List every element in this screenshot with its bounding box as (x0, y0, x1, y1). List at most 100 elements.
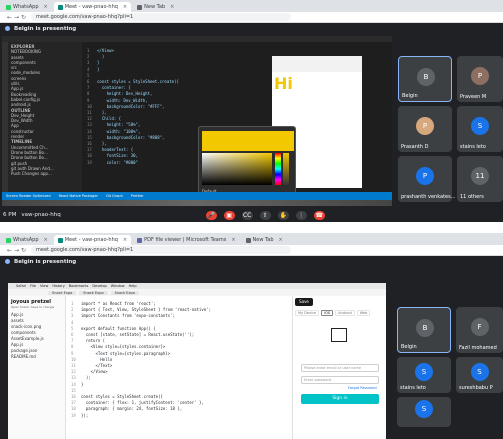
color-swatch[interactable] (202, 131, 294, 151)
tab-title: New Tab (252, 237, 274, 243)
participant-tile[interactable]: 11 11 others (457, 156, 503, 202)
code-text: </View> (97, 48, 114, 53)
status-item[interactable]: Screen Reader Optimized (6, 194, 51, 198)
browser-tab[interactable]: New Tab × (242, 235, 287, 245)
participant-tile[interactable]: P Praveen M (457, 56, 503, 102)
email-field[interactable]: Please enter email or user name (301, 364, 379, 372)
close-icon[interactable]: × (123, 235, 127, 245)
participant-name: stains leto (400, 385, 426, 391)
code-text: import * as React from 'react'; (81, 301, 156, 306)
project-file[interactable]: README.md (11, 354, 62, 360)
safari-tab[interactable]: Snack Expo (48, 290, 77, 295)
shared-screen-vscode: EXPLORER NOTEBOOKING assets components src no… (2, 36, 392, 206)
password-field[interactable]: Enter password (301, 376, 379, 384)
save-button[interactable]: Save (295, 298, 313, 306)
browser-tab-strip: WhatsApp × Meet - vaw-pnao-hhq × New Tab × (0, 0, 503, 12)
browser-tab[interactable]: Meet - vaw-pnao-hhq × (53, 235, 132, 245)
hue-slider[interactable] (275, 153, 281, 185)
browser-tab[interactable]: WhatsApp × (2, 2, 52, 12)
participant-name: Fazil mohamed (459, 345, 497, 351)
alpha-slider[interactable] (283, 153, 289, 185)
participant-tile[interactable]: Sstains leto (397, 357, 451, 393)
end-call-icon[interactable]: ☎ (313, 210, 325, 220)
captions-icon[interactable]: CC (241, 210, 253, 220)
close-icon[interactable]: × (231, 235, 235, 245)
participant-tile[interactable]: Ssureshbabu P (456, 357, 503, 393)
avatar: P (471, 67, 489, 85)
close-icon[interactable]: × (44, 235, 48, 245)
mac-menu-item[interactable]: Bookmarks (69, 284, 89, 288)
signin-button[interactable]: Sign in (301, 394, 379, 404)
device-tab[interactable]: Web (356, 310, 371, 316)
browser-tab[interactable]: Meet - vaw-pnao-hhq × (53, 2, 132, 12)
forward-icon[interactable]: → (13, 247, 20, 254)
status-item[interactable]: React Native Packager (59, 194, 98, 198)
code-text: } (81, 381, 84, 387)
forward-icon[interactable]: → (13, 14, 20, 21)
close-icon[interactable]: × (44, 2, 48, 12)
raise-hand-icon[interactable]: ✋ (277, 210, 289, 220)
participant-tile[interactable]: S (397, 397, 451, 427)
mic-off-icon[interactable]: 🎤 (205, 210, 217, 220)
url-input[interactable]: meet.google.com/vaw-pnao-hhq?pli=1 (31, 13, 291, 21)
line-number: 19 (87, 159, 92, 165)
device-tab[interactable]: Android (335, 310, 355, 316)
code-text: color: "#000" (97, 159, 138, 165)
participant-tile[interactable]: F Fazil mohamed (456, 307, 503, 353)
tab-favicon-icon (245, 237, 251, 243)
browser-tab[interactable]: New Tab × (133, 2, 178, 12)
participant-tile[interactable]: Sstains leto (457, 106, 503, 152)
address-bar: ← → ↻ meet.google.com/vaw-pnao-hhq?pli=1 (0, 12, 503, 23)
code-text: import { Text, View, StyleSheet } from '… (81, 307, 212, 313)
more-options-icon[interactable]: ⋮ (295, 210, 307, 220)
avatar: B (416, 319, 434, 337)
preview-body: Hi (272, 72, 362, 130)
mac-menu-item[interactable]: Window (111, 284, 125, 288)
meeting-control-bar: 6 PM vaw-pnao-hhq 🎤 ▣ CC ⇧ ✋ ⋮ ☎ (0, 208, 503, 222)
participant-tile[interactable]: Pprashanth venkates... (398, 156, 456, 202)
reload-icon[interactable]: ↻ (20, 247, 27, 254)
code-text: <Text style={styles.paragraph}> (81, 350, 171, 356)
forgot-password-link[interactable]: Forgot Password (348, 386, 377, 390)
close-icon[interactable]: × (279, 235, 283, 245)
participant-tile[interactable]: B Belgin (398, 56, 452, 102)
mac-menu-item[interactable]: Help (129, 284, 137, 288)
preview-hi-text: Hi (274, 74, 293, 93)
mac-menu-item[interactable]: History (52, 284, 64, 288)
code-text: } (97, 66, 100, 72)
timeline-item[interactable]: Push Changes app... (11, 171, 79, 176)
code-text: }, (97, 141, 107, 147)
camera-off-icon[interactable]: ▣ (223, 210, 235, 220)
device-tab[interactable]: iOS (321, 310, 334, 316)
back-icon[interactable]: ← (6, 247, 13, 254)
url-input[interactable]: meet.google.com/vaw-pnao-hhq?pli=1 (31, 246, 291, 254)
browser-tab[interactable]: WhatsApp × (2, 235, 52, 245)
safari-tab[interactable]: Snack Expo (79, 290, 108, 295)
tab-title: Meet - vaw-pnao-hhq (64, 4, 118, 10)
participant-name: sureshbabu P (459, 385, 493, 391)
tab-title: Meet - vaw-pnao-hhq (64, 237, 118, 243)
close-icon[interactable]: × (123, 2, 127, 12)
present-icon[interactable]: ⇧ (259, 210, 271, 220)
participant-tile[interactable]: P Prasanth D (398, 106, 452, 152)
status-item[interactable]: Prettier (131, 194, 144, 198)
safari-tab[interactable]: Snack Expo (110, 290, 139, 295)
browser-tab-strip: WhatsApp × Meet - vaw-pnao-hhq × PDF file vi… (0, 233, 503, 245)
browser-tab[interactable]: PDF file viewer | Microsoft Teams × (133, 235, 239, 245)
avatar: P (416, 117, 434, 135)
reload-icon[interactable]: ↻ (20, 14, 27, 21)
avatar: 11 (471, 167, 489, 185)
mac-menu-item[interactable]: View (40, 284, 48, 288)
back-icon[interactable]: ← (6, 14, 13, 21)
participant-name: 11 others (460, 194, 484, 200)
close-icon[interactable]: × (170, 2, 174, 12)
participant-tile[interactable]: B Belgin (397, 307, 451, 353)
mac-menu-item[interactable]: File (30, 284, 36, 288)
device-tab[interactable]: My Device (295, 310, 320, 316)
tab-title: PDF file viewer | Microsoft Teams (144, 237, 227, 243)
status-item[interactable]: Git Graph (106, 194, 123, 198)
mac-menu-item[interactable]: Safari (16, 284, 26, 288)
saturation-field[interactable] (202, 153, 272, 185)
mac-menu-item[interactable]: Develop (92, 284, 106, 288)
code-text: import Constants from 'expo-constants'; (81, 313, 175, 319)
